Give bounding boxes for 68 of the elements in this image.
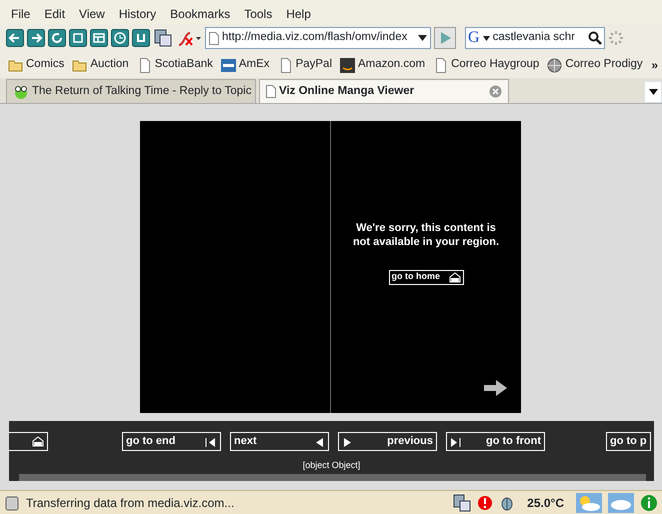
window-icon[interactable] [69, 29, 87, 47]
menu-item[interactable]: Help [279, 1, 318, 23]
forward-icon[interactable] [27, 29, 45, 47]
clipboard-icon [4, 494, 20, 510]
search-text: castlevania schr [492, 30, 576, 46]
search-icon[interactable] [588, 31, 602, 45]
bookmark-item[interactable]: Amazon.com [336, 56, 430, 74]
nav-button[interactable]: go to p [606, 432, 651, 451]
browser-tab[interactable]: The Return of Talking Time - Reply to Topic [6, 79, 256, 103]
close-icon[interactable] [489, 85, 502, 98]
address-bar[interactable]: http://media.viz.com/flash/omv/index [205, 27, 431, 49]
bookmark-item[interactable]: PayPal [274, 56, 336, 74]
nav-button[interactable]: next [230, 432, 329, 451]
skip-forward-icon [450, 436, 462, 448]
documents-icon[interactable] [153, 28, 173, 48]
home-icon [32, 436, 44, 448]
status-text: Transferring data from media.viz.com... [26, 494, 236, 512]
folder-icon [8, 58, 23, 72]
frog-icon [13, 84, 29, 100]
info-icon[interactable] [640, 494, 658, 512]
tab-list-button[interactable] [644, 81, 662, 103]
tab-title: Viz Online Manga Viewer [279, 84, 416, 99]
page-icon [433, 58, 448, 72]
page-icon [209, 32, 219, 44]
layout-icon[interactable] [90, 29, 108, 47]
alert-icon[interactable] [477, 494, 494, 510]
globe-icon [547, 58, 562, 72]
dropdown-icon[interactable] [482, 36, 490, 40]
dropdown-icon[interactable] [418, 35, 427, 41]
error-message: We're sorry, this content is not available in your region. [352, 221, 500, 250]
reload-icon[interactable] [48, 29, 66, 47]
menu-item[interactable]: History [112, 1, 164, 23]
dropdown-icon [648, 89, 658, 95]
flash-blocked-icon[interactable] [176, 29, 202, 47]
nav-button[interactable]: previous [338, 432, 437, 451]
menu-item[interactable]: Tools [237, 1, 280, 23]
menu-item[interactable]: Edit [37, 1, 72, 23]
search-field[interactable]: G castlevania schr [465, 27, 605, 49]
caption-text: [object Object] [302, 459, 362, 472]
home-icon [448, 272, 460, 283]
search-engine-logo[interactable]: G [468, 30, 480, 46]
page-icon [266, 85, 276, 98]
temperature-text: 25.0°C [526, 494, 565, 512]
bookmark-item[interactable]: Correo Haygroup [429, 56, 544, 74]
menu-item[interactable]: Bookmarks [163, 1, 238, 23]
nav-button[interactable]: go to end [122, 432, 221, 451]
bookmark-item[interactable]: Comics [4, 56, 68, 74]
arrow-icon[interactable] [484, 379, 508, 397]
scrollbar[interactable] [19, 474, 646, 481]
bookmark-item[interactable]: Correo Prodigy [543, 56, 647, 74]
bookmark-item[interactable]: Auction [68, 56, 133, 74]
tab-title: The Return of Talking Time - Reply to Topic [32, 84, 252, 99]
nav-button[interactable]: go to front [446, 432, 545, 451]
home-button[interactable]: go to home [388, 270, 464, 285]
menu-item[interactable]: File [4, 1, 38, 23]
folder-icon [72, 58, 88, 72]
loading-spinner-icon [608, 30, 624, 46]
more-bookmarks-button[interactable]: » [651, 56, 658, 74]
clock-icon[interactable] [111, 29, 129, 47]
menu-item[interactable]: View [72, 1, 112, 23]
url-text: http://media.viz.com/flash/omv/index [222, 30, 408, 46]
browser-tab[interactable]: Viz Online Manga Viewer [259, 79, 509, 103]
bookmark-item[interactable]: ScotiaBank [132, 56, 217, 74]
back-icon[interactable] [6, 29, 24, 47]
bookmark-item[interactable]: AmEx [216, 56, 274, 74]
credit-card-icon [220, 58, 236, 72]
letter-icon[interactable] [132, 29, 150, 47]
skip-back-icon [205, 436, 217, 448]
